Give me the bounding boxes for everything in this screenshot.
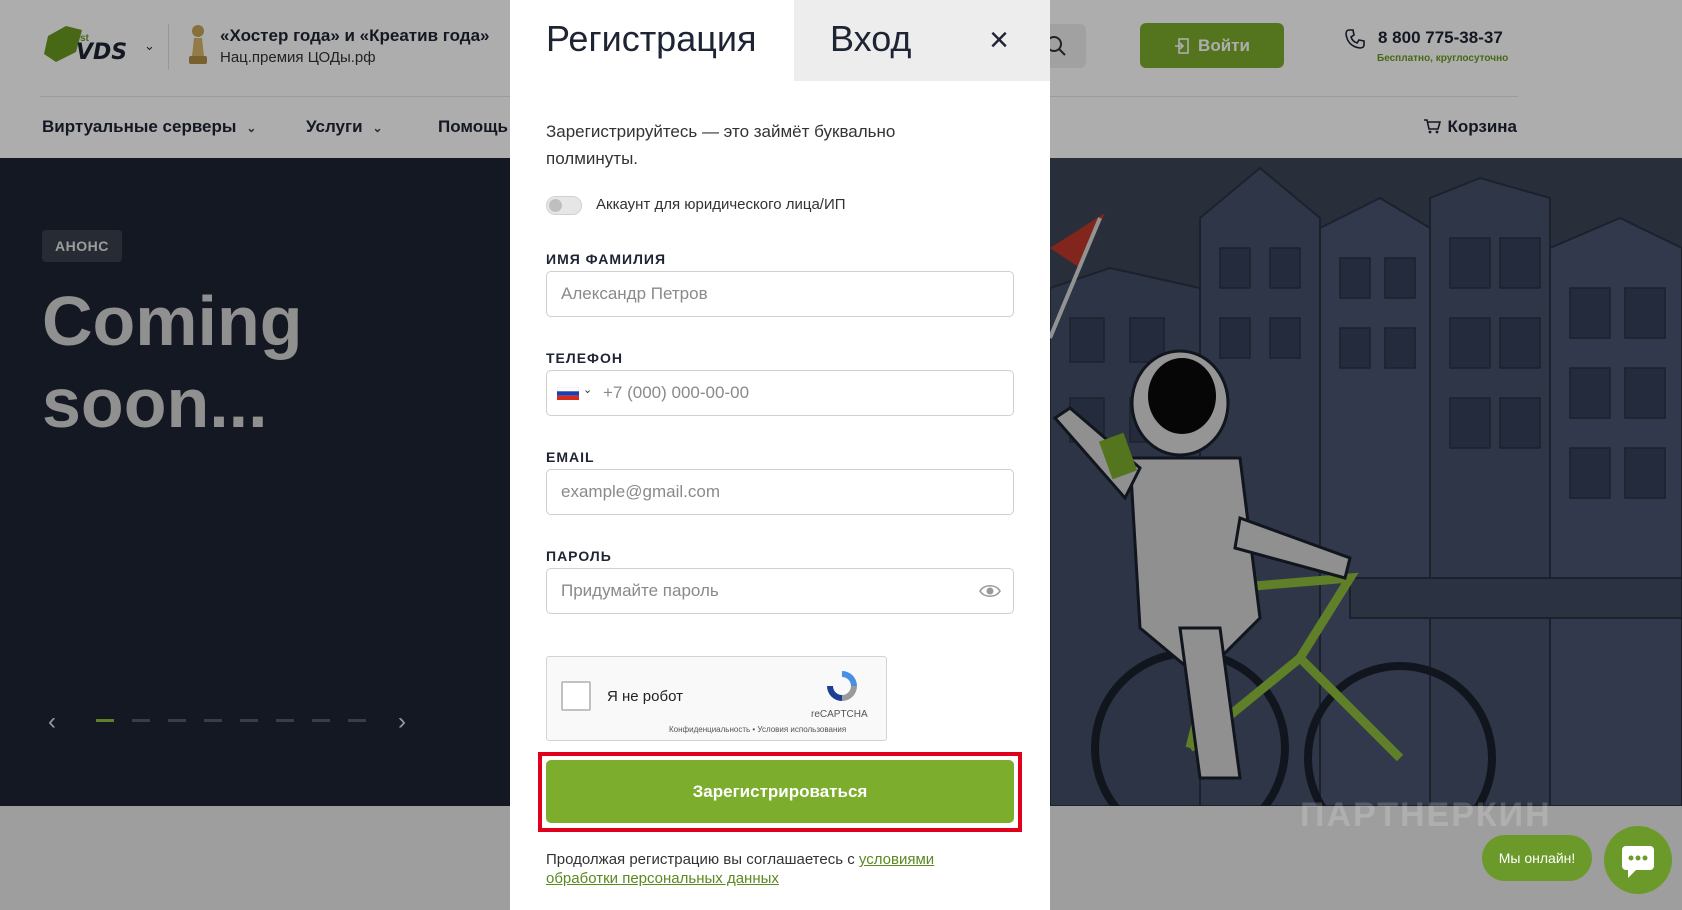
email-field-wrapper [546, 469, 1014, 515]
name-field-wrapper [546, 271, 1014, 317]
terms-prefix: Продолжая регистрацию вы соглашаетесь с [546, 851, 859, 868]
email-label: EMAIL [546, 449, 595, 465]
legal-entity-label: Аккаунт для юридического лица/ИП [596, 196, 846, 213]
recaptcha-brand: reCAPTCHA [811, 709, 868, 720]
recaptcha-label: Я не робот [607, 688, 683, 705]
recaptcha-links[interactable]: Конфиденциальность • Условия использован… [669, 725, 846, 734]
close-icon[interactable]: × [984, 22, 1014, 58]
watermark: ПАРТНЕРКИН [1300, 796, 1552, 834]
online-chat-pill[interactable]: Мы онлайн! [1482, 835, 1592, 881]
chevron-down-icon[interactable]: ⌄ [583, 383, 592, 396]
name-input[interactable] [561, 272, 981, 316]
recaptcha-checkbox[interactable] [561, 681, 591, 711]
name-label: ИМЯ ФАМИЛИЯ [546, 251, 667, 267]
register-button[interactable]: Зарегистрироваться [546, 760, 1014, 823]
russia-flag-icon[interactable] [557, 387, 579, 400]
phone-label: ТЕЛЕФОН [546, 350, 623, 366]
password-label: ПАРОЛЬ [546, 548, 612, 564]
tab-login-label: Вход [830, 18, 912, 59]
email-input[interactable] [561, 470, 981, 514]
online-label: Мы онлайн! [1498, 850, 1576, 866]
register-label: Зарегистрироваться [692, 781, 868, 801]
registration-modal: Регистрация Вход × Зарегистрируйтесь — э… [510, 0, 1050, 910]
toggle-knob [549, 199, 562, 212]
tab-register-label: Регистрация [546, 18, 757, 59]
recaptcha-widget: Я не робот reCAPTCHA Конфиденциальность … [546, 656, 887, 741]
tab-login[interactable]: Вход × [794, 0, 1050, 81]
terms-text: Продолжая регистрацию вы соглашаетесь с … [546, 850, 986, 888]
phone-input[interactable] [603, 371, 1003, 415]
chat-icon [1622, 846, 1654, 878]
eye-icon[interactable] [979, 581, 1001, 601]
phone-field-wrapper: ⌄ [546, 370, 1014, 416]
chat-button[interactable] [1604, 826, 1672, 894]
recaptcha-logo-icon [827, 671, 857, 701]
password-field-wrapper [546, 568, 1014, 614]
tab-register[interactable]: Регистрация [510, 0, 794, 81]
intro-text: Зарегистрируйтесь — это займёт буквально… [546, 122, 896, 168]
legal-entity-toggle[interactable] [546, 196, 582, 215]
password-input[interactable] [561, 569, 981, 613]
